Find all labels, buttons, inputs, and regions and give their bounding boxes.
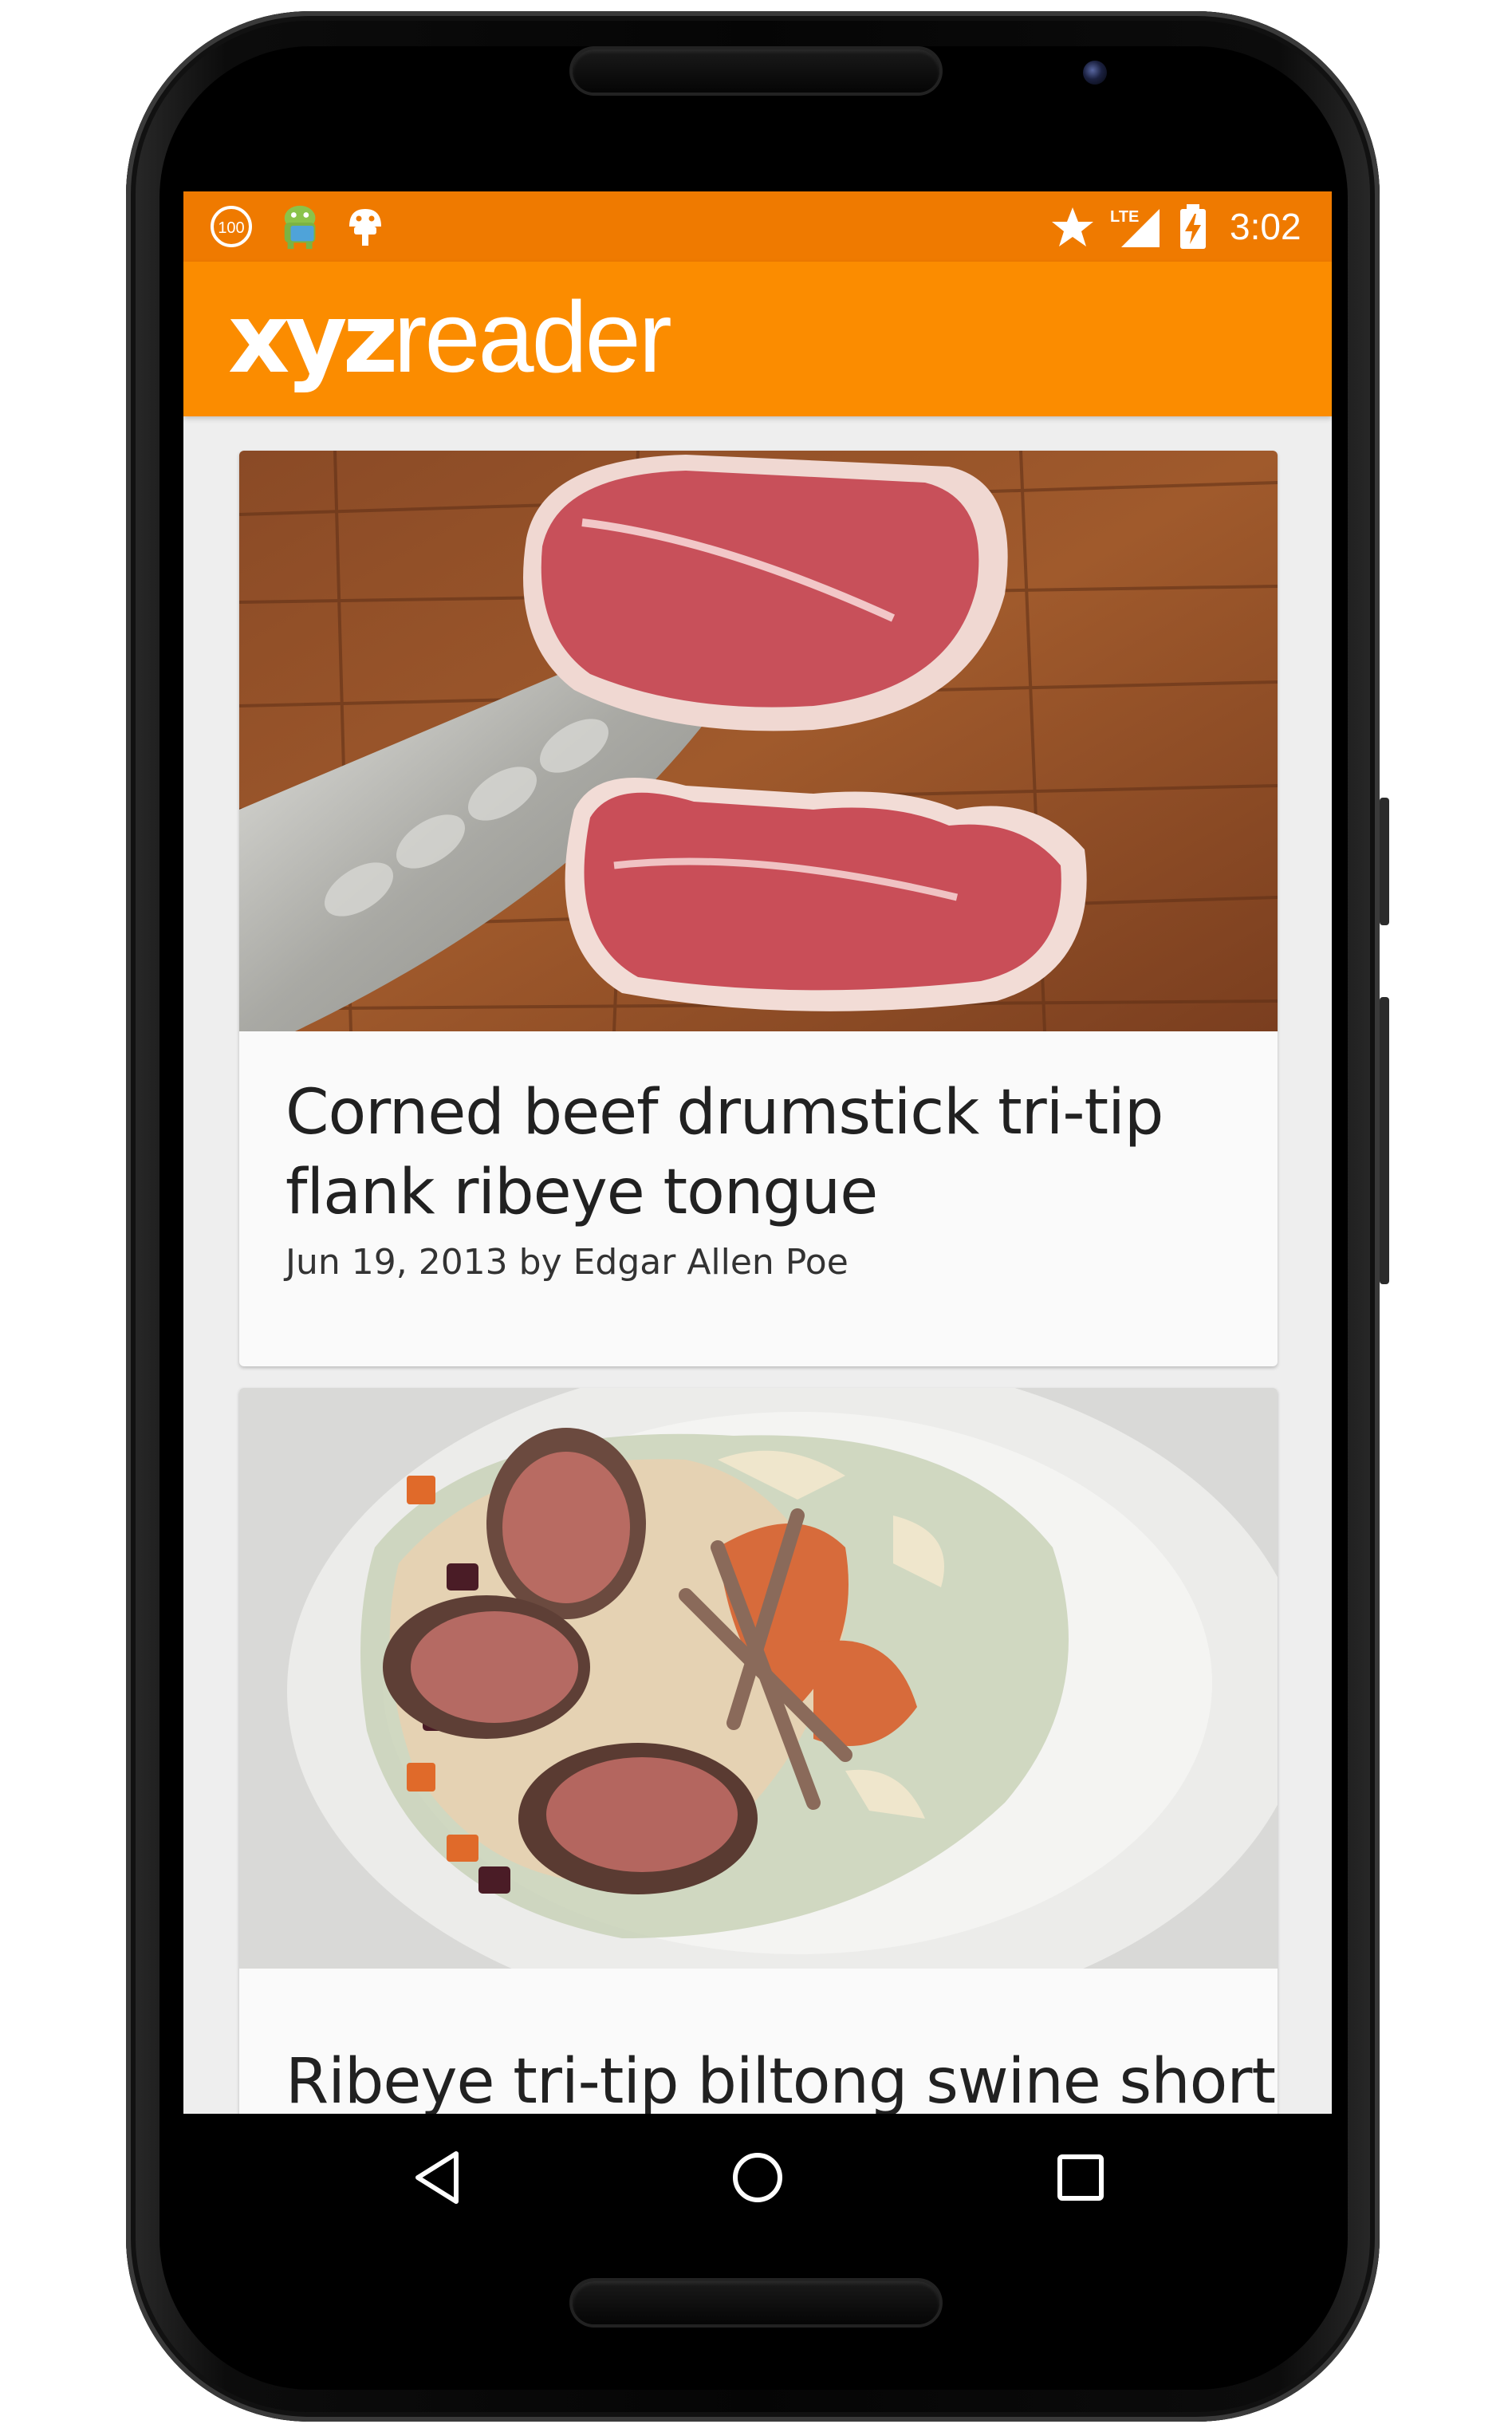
power-button (1380, 798, 1389, 925)
logo-xyz: xyz (228, 284, 398, 395)
bottom-speaker-grille (573, 2281, 939, 2324)
article-list[interactable]: Corned beef drumstick tri-tip flank ribe… (183, 416, 1332, 2114)
status-bar: 100 LTE 3:02 (183, 191, 1332, 262)
article-title: Corned beef drumstick tri-tip flank ribe… (285, 1077, 1164, 1228)
battery-saver-label: 100 (218, 219, 244, 237)
back-icon[interactable] (407, 2146, 471, 2209)
volume-button (1380, 997, 1389, 1284)
article-meta: Jun 19, 2013 by Edgar Allen Poe (285, 1242, 849, 1283)
network-type-label: LTE (1110, 208, 1139, 226)
article-photo-lamb (239, 1388, 1278, 1969)
app-bar: xyzreader (183, 262, 1332, 416)
article-card[interactable]: Ribeye tri-tip biltong swine short (239, 1388, 1278, 2114)
logo-reader: reader (393, 281, 671, 393)
battery-icon (1180, 204, 1206, 249)
lte-signal-icon: LTE (1110, 208, 1160, 247)
front-camera (1083, 61, 1107, 85)
android-robot-icon (284, 205, 316, 250)
navigation-bar (183, 2114, 1332, 2241)
battery-saver-icon: 100 (211, 206, 252, 247)
article-card[interactable]: Corned beef drumstick tri-tip flank ribe… (239, 451, 1278, 1366)
status-clock: 3:02 (1230, 206, 1301, 247)
top-speaker-grille (573, 49, 939, 93)
article-photo-steaks (239, 451, 1278, 1031)
app-logo: xyzreader (228, 278, 672, 397)
bug-icon (349, 209, 381, 246)
screen: 100 LTE 3:02 xyzreader Corned beef drums… (183, 191, 1332, 2241)
star-icon (1052, 207, 1093, 246)
home-icon[interactable] (726, 2146, 789, 2209)
recents-icon[interactable] (1049, 2146, 1112, 2209)
article-title: Ribeye tri-tip biltong swine short (285, 2046, 1276, 2114)
